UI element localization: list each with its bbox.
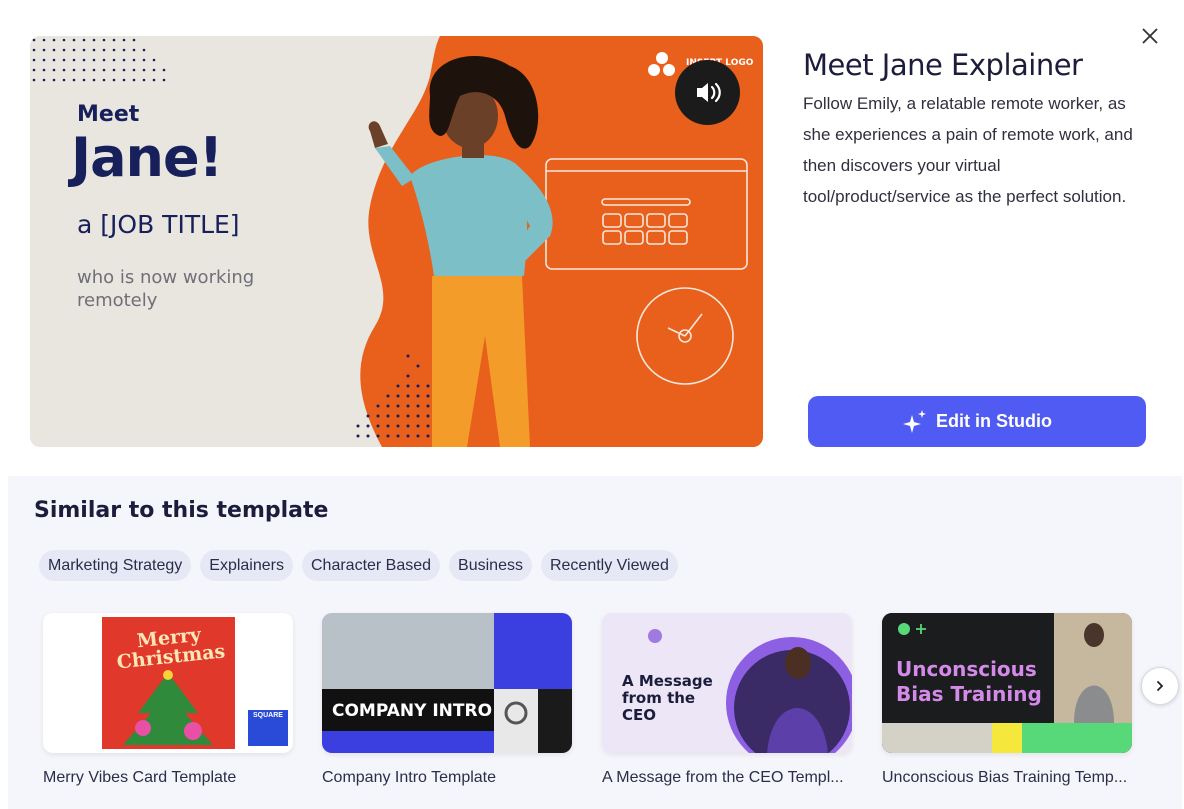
preview-meet-text: Meet xyxy=(77,102,140,127)
template-card-bias-training[interactable]: Unconscious Bias Training Unconscious Bi… xyxy=(882,613,1132,787)
card-label: Merry Vibes Card Template xyxy=(43,769,237,786)
close-icon xyxy=(1142,28,1158,44)
card-label: Company Intro Template xyxy=(322,769,497,786)
speaker-icon xyxy=(697,82,721,103)
company-intro-illustration xyxy=(322,613,572,753)
tag-explainers[interactable]: Explainers xyxy=(200,550,293,581)
edit-in-studio-button[interactable]: Edit in Studio xyxy=(808,396,1146,447)
tag-recently-viewed[interactable]: Recently Viewed xyxy=(540,550,678,581)
card-thumb-text: A Message from the CEO xyxy=(622,672,713,724)
template-thumbnail: Unconscious Bias Training xyxy=(882,613,1132,753)
next-templates-button[interactable] xyxy=(1141,667,1179,705)
preview-illustration xyxy=(32,36,763,447)
close-button[interactable] xyxy=(1138,24,1162,48)
square-badge: SQUARE xyxy=(253,712,283,719)
similar-templates-section: Similar to this template Marketing Strat… xyxy=(8,476,1182,809)
chevron-right-icon xyxy=(1157,681,1164,691)
sparkle-icon xyxy=(903,409,926,433)
card-thumb-text: COMPANY INTRO xyxy=(332,701,493,721)
template-thumbnail: A Message from the CEO xyxy=(602,613,852,753)
card-label: Unconscious Bias Training Temp... xyxy=(882,769,1128,786)
preview-job-text: a [JOB TITLE] xyxy=(77,210,240,239)
template-card-company-intro[interactable]: COMPANY INTRO Company Intro Template xyxy=(322,613,572,787)
template-card-merry-vibes[interactable]: Merry Christmas SQUARE Merry Vibes Card … xyxy=(43,613,293,787)
template-card-ceo-message[interactable]: A Message from the CEO A Message from th… xyxy=(602,613,852,787)
edit-button-label: Edit in Studio xyxy=(936,411,1052,431)
tag-list: Marketing Strategy Explainers Character … xyxy=(39,550,678,581)
card-label: A Message from the CEO Templ... xyxy=(602,769,844,786)
tag-business[interactable]: Business xyxy=(449,550,532,581)
preview-name-text: Jane! xyxy=(71,126,223,189)
template-thumbnail: Merry Christmas SQUARE xyxy=(43,613,293,753)
template-preview[interactable]: Meet Jane! a [JOB TITLE] who is now work… xyxy=(30,36,763,447)
tag-character-based[interactable]: Character Based xyxy=(301,550,441,581)
sound-toggle-button[interactable] xyxy=(675,60,740,125)
card-thumb-text: Unconscious Bias Training xyxy=(896,657,1042,706)
similar-heading: Similar to this template xyxy=(34,498,329,523)
tag-marketing-strategy[interactable]: Marketing Strategy xyxy=(39,550,192,581)
template-thumbnail: COMPANY INTRO xyxy=(322,613,572,753)
template-title: Meet Jane Explainer xyxy=(803,48,1083,82)
preview-subtitle: who is now working remotely xyxy=(77,267,255,311)
template-description: Follow Emily, a relatable remote worker,… xyxy=(803,94,1133,206)
